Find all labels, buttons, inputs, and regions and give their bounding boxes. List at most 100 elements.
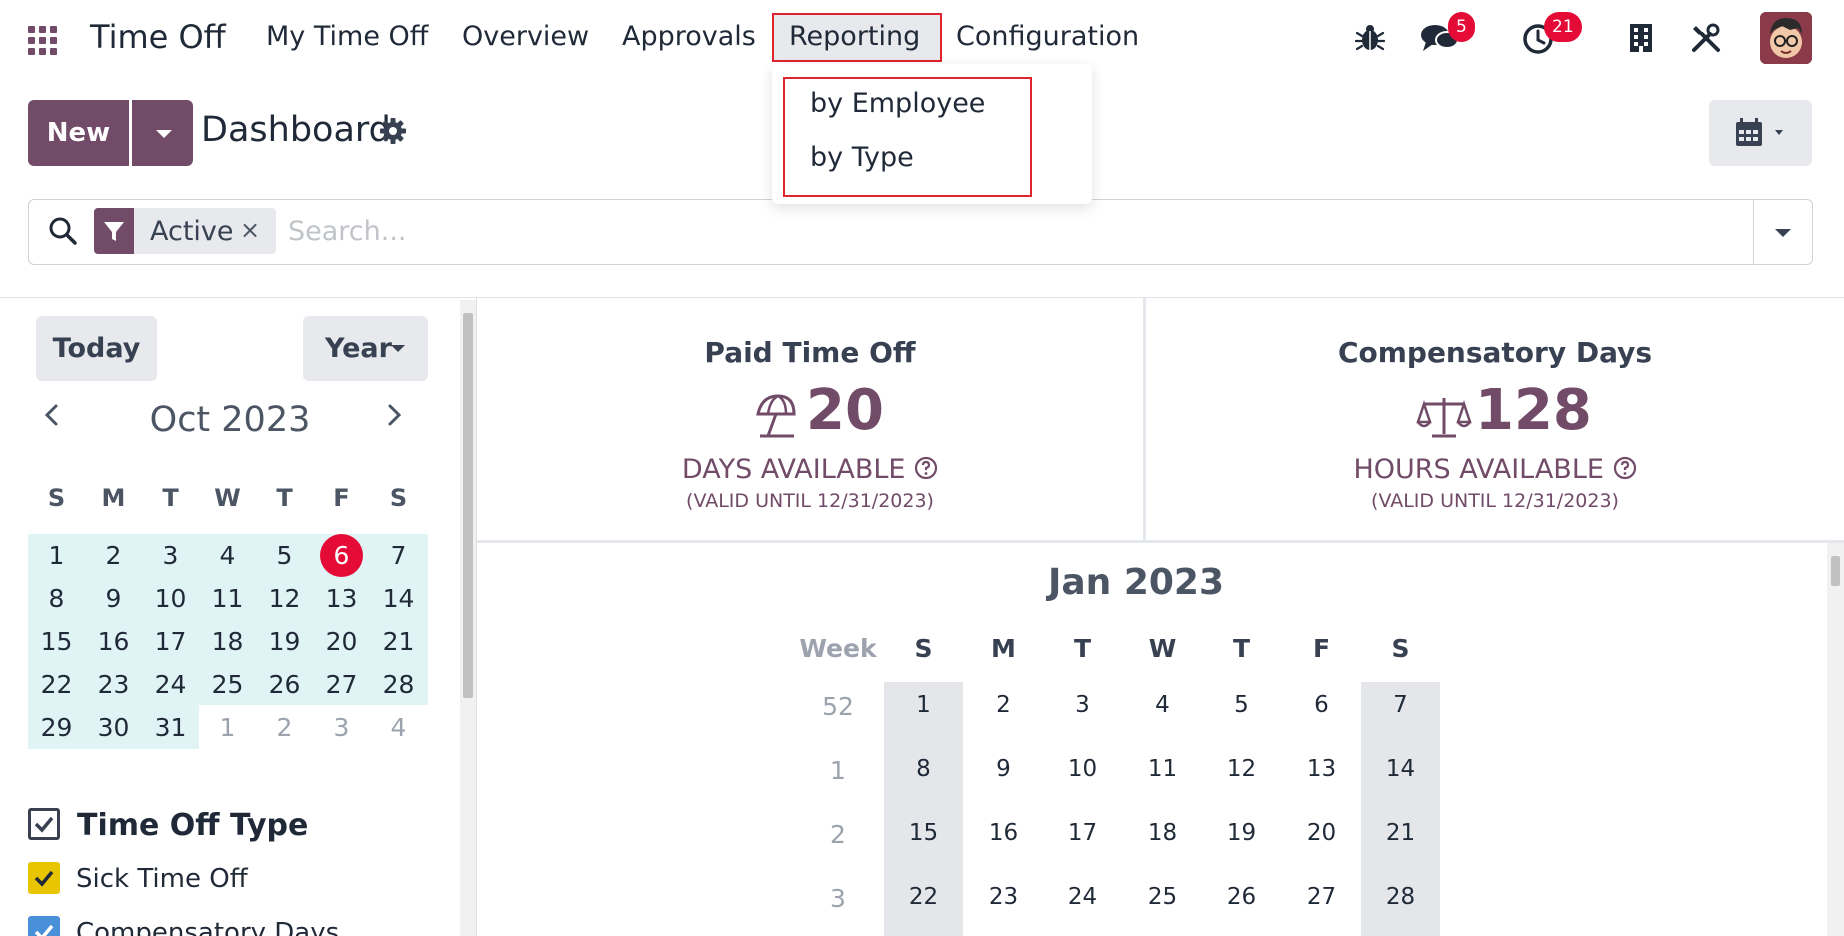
mini-calendar-day[interactable]: 2 [85, 534, 142, 577]
calendar-day[interactable]: 6 [1282, 692, 1361, 718]
nav-approvals[interactable]: Approvals [622, 21, 756, 52]
mini-calendar-day[interactable]: 2 [256, 706, 313, 749]
calendar-day[interactable]: 14 [1361, 756, 1440, 782]
help-icon[interactable] [1613, 456, 1637, 480]
company-building-icon[interactable] [1628, 22, 1654, 58]
calendar-day[interactable]: 10 [1043, 756, 1122, 782]
previous-month-icon[interactable] [40, 400, 64, 434]
mini-calendar-day[interactable]: 27 [313, 663, 370, 706]
menu-item-by-employee[interactable]: by Employee [810, 88, 985, 119]
nav-overview[interactable]: Overview [462, 21, 589, 52]
filter-label-sick[interactable]: Sick Time Off [76, 864, 248, 894]
calendar-day[interactable]: 3 [1043, 692, 1122, 718]
calendar-day[interactable]: 8 [884, 756, 963, 782]
mini-calendar-day[interactable]: 25 [199, 663, 256, 706]
calendar-day[interactable]: 13 [1282, 756, 1361, 782]
mini-calendar-day[interactable]: 8 [28, 577, 85, 620]
calendar-day[interactable]: 17 [1043, 820, 1122, 846]
new-dropdown-toggle[interactable] [132, 100, 193, 166]
mini-calendar-day[interactable]: 6 [313, 534, 370, 577]
scale-dropdown[interactable]: Year [303, 316, 428, 381]
mini-calendar-day[interactable]: 26 [256, 663, 313, 706]
nav-my-time-off[interactable]: My Time Off [266, 21, 428, 52]
help-icon[interactable] [914, 456, 938, 480]
user-avatar[interactable] [1760, 12, 1812, 64]
mini-calendar-day[interactable]: 1 [199, 706, 256, 749]
calendar-day[interactable]: 9 [964, 756, 1043, 782]
mini-calendar-day[interactable]: 3 [313, 706, 370, 749]
main-scrollbar-thumb[interactable] [1831, 556, 1840, 586]
mini-calendar-day[interactable]: 12 [256, 577, 313, 620]
mini-calendar-day[interactable]: 21 [370, 620, 427, 663]
mini-calendar-day[interactable]: 3 [142, 534, 199, 577]
today-button[interactable]: Today [36, 316, 157, 381]
calendar-day[interactable]: 28 [1361, 884, 1440, 910]
mini-calendar-day[interactable]: 11 [199, 577, 256, 620]
mini-calendar-day[interactable]: 15 [28, 620, 85, 663]
menu-item-by-type[interactable]: by Type [810, 142, 914, 173]
mini-calendar-day[interactable]: 28 [370, 663, 427, 706]
calendar-day[interactable]: 12 [1202, 756, 1281, 782]
mini-calendar-day[interactable]: 9 [85, 577, 142, 620]
mini-calendar-day[interactable]: 31 [142, 706, 199, 749]
calendar-day[interactable]: 16 [964, 820, 1043, 846]
filter-label-compensatory[interactable]: Compensatory Days [76, 918, 339, 936]
facet-remove-icon[interactable]: × [240, 216, 260, 244]
filter-all-checkbox[interactable] [28, 808, 60, 840]
calendar-day[interactable]: 7 [1361, 692, 1440, 718]
mini-calendar-day[interactable]: 19 [256, 620, 313, 663]
filter-checkbox-sick[interactable] [28, 862, 60, 894]
calendar-day[interactable]: 23 [964, 884, 1043, 910]
app-brand[interactable]: Time Off [90, 18, 226, 56]
apps-menu-icon[interactable] [28, 26, 58, 55]
mini-calendar-day[interactable]: 7 [370, 534, 427, 577]
calendar-day[interactable]: 11 [1123, 756, 1202, 782]
mini-calendar-day[interactable]: 4 [199, 534, 256, 577]
calendar-day[interactable]: 1 [884, 692, 963, 718]
mini-calendar-day[interactable]: 17 [142, 620, 199, 663]
calendar-day[interactable]: 24 [1043, 884, 1122, 910]
nav-configuration[interactable]: Configuration [956, 21, 1139, 52]
calendar-day[interactable]: 25 [1123, 884, 1202, 910]
tools-icon[interactable] [1690, 22, 1722, 58]
mini-calendar-day[interactable]: 4 [370, 706, 427, 749]
calendar-day[interactable]: 20 [1282, 820, 1361, 846]
calendar-day[interactable]: 5 [1202, 692, 1281, 718]
next-month-icon[interactable] [382, 400, 406, 434]
filter-checkbox-compensatory[interactable] [28, 916, 60, 936]
calendar-day[interactable]: 27 [1282, 884, 1361, 910]
calendar-day[interactable]: 21 [1361, 820, 1440, 846]
week-column-header: Week [799, 634, 877, 663]
mini-calendar-day[interactable]: 18 [199, 620, 256, 663]
mini-calendar-day[interactable]: 23 [85, 663, 142, 706]
bug-icon[interactable] [1354, 22, 1386, 56]
calendar-day[interactable]: 2 [964, 692, 1043, 718]
umbrella-beach-icon [754, 392, 798, 444]
calendar-day[interactable]: 15 [884, 820, 963, 846]
mini-calendar-day[interactable]: 5 [256, 534, 313, 577]
mini-calendar-day[interactable]: 20 [313, 620, 370, 663]
mini-calendar-day[interactable]: 1 [28, 534, 85, 577]
new-button[interactable]: New [28, 100, 129, 166]
calendar-day[interactable]: 19 [1202, 820, 1281, 846]
mini-calendar-day[interactable]: 16 [85, 620, 142, 663]
mini-calendar-day[interactable]: 14 [370, 577, 427, 620]
mini-calendar-day[interactable]: 13 [313, 577, 370, 620]
sidebar-scrollbar-thumb[interactable] [463, 313, 473, 698]
main-scrollbar[interactable] [1827, 543, 1844, 936]
mini-calendar-day[interactable]: 10 [142, 577, 199, 620]
search-options-toggle[interactable] [1753, 200, 1812, 264]
mini-calendar-day[interactable]: 29 [28, 706, 85, 749]
calendar-view-switch[interactable] [1709, 100, 1812, 166]
calendar-day[interactable]: 22 [884, 884, 963, 910]
mini-calendar-day[interactable]: 30 [85, 706, 142, 749]
calendar-day[interactable]: 26 [1202, 884, 1281, 910]
nav-reporting[interactable]: Reporting [789, 21, 920, 52]
calendar-day[interactable]: 4 [1123, 692, 1202, 718]
mini-calendar-day[interactable]: 24 [142, 663, 199, 706]
search-icon[interactable] [47, 215, 79, 251]
search-input[interactable]: Search... [288, 216, 407, 247]
gear-icon[interactable] [379, 117, 407, 149]
mini-calendar-day[interactable]: 22 [28, 663, 85, 706]
calendar-day[interactable]: 18 [1123, 820, 1202, 846]
